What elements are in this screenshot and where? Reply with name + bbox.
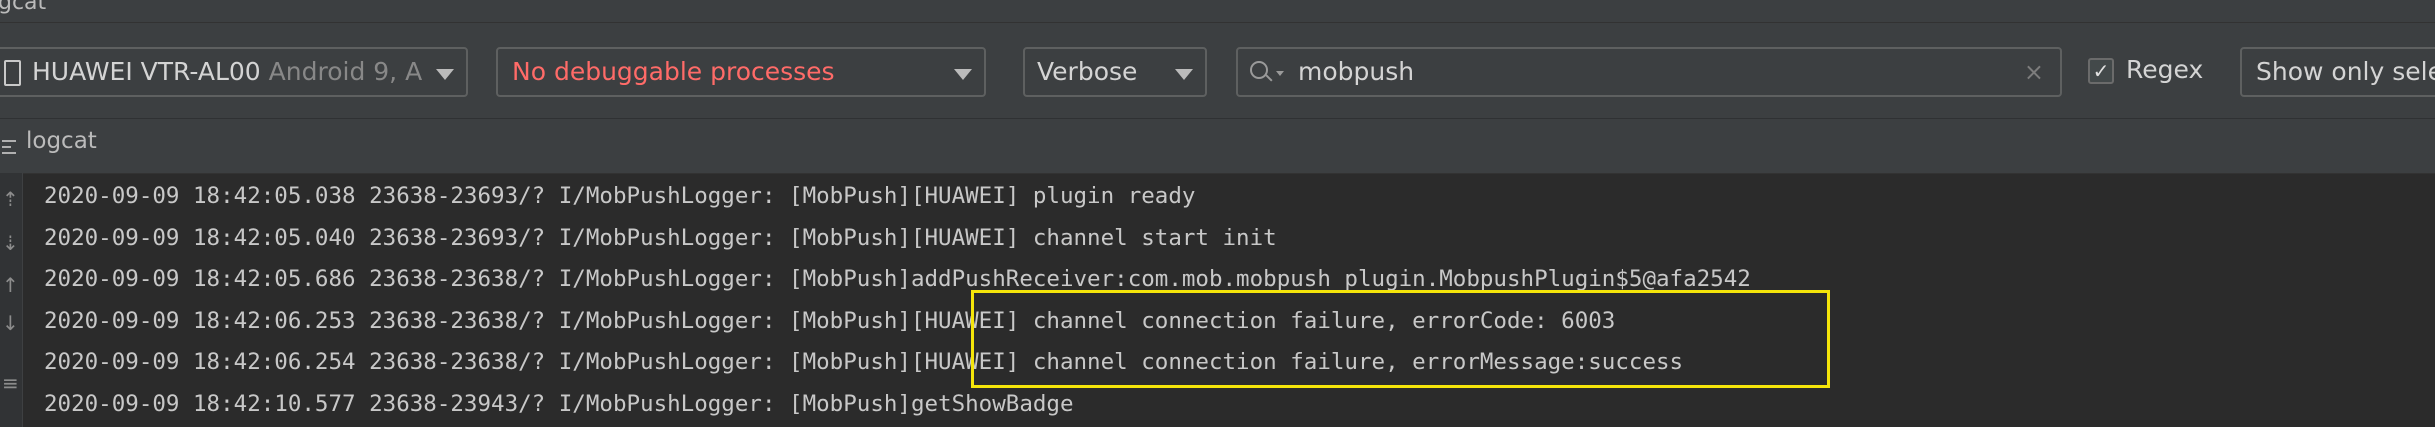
filter-label: Show only sele [2256,57,2435,86]
log-line: 2020-09-09 18:42:10.577 23638-23943/? I/… [44,390,1074,417]
highlight-annotation-box [971,290,1830,388]
regex-checkbox[interactable]: ✓ [2088,58,2114,84]
process-label: No debuggable processes [512,57,835,86]
chevron-down-icon [1175,69,1193,80]
window-title: gcat [0,0,47,15]
search-value[interactable]: mobpush [1298,49,1414,95]
up-icon[interactable]: ↑ [2,273,19,297]
scroll-to-end-icon[interactable]: ⇣ [2,231,19,255]
log-level-selector[interactable]: Verbose [1023,47,1207,97]
chevron-down-icon [436,69,454,80]
regex-label[interactable]: Regex [2126,55,2203,84]
device-name: HUAWEI VTR-AL00 [32,57,261,86]
window-title-bar: gcat [0,0,2435,23]
log-level-label: Verbose [1037,57,1138,86]
search-history-dropdown-icon[interactable] [1276,71,1284,76]
panel-title: logcat [26,128,97,154]
down-icon[interactable]: ↓ [2,311,19,335]
search-input[interactable]: mobpush × [1236,47,2062,97]
search-icon[interactable] [1250,61,1268,79]
logcat-panel-header: logcat [0,118,2435,174]
clear-search-icon[interactable]: × [2024,49,2044,95]
menu-icon[interactable] [2,140,16,154]
logcat-side-toolbar: ⇡ ⇣ ↑ ↓ ≡ [0,173,23,427]
log-line: 2020-09-09 18:42:05.038 23638-23693/? I/… [44,183,1196,209]
device-detail: Android 9, A [268,57,423,86]
process-selector[interactable]: No debuggable processes [496,47,986,97]
chevron-down-icon [954,69,972,80]
log-line: 2020-09-09 18:42:05.040 23638-23693/? I/… [44,224,1277,251]
clear-log-icon[interactable]: ⇡ [2,187,19,211]
logcat-toolbar: HUAWEI VTR-AL00 Android 9, A No debuggab… [0,23,2435,118]
phone-icon [4,60,21,86]
device-selector[interactable]: HUAWEI VTR-AL00 Android 9, A [0,47,468,97]
filter-selector[interactable]: Show only sele [2240,47,2435,97]
settings-icon[interactable]: ≡ [2,371,19,395]
